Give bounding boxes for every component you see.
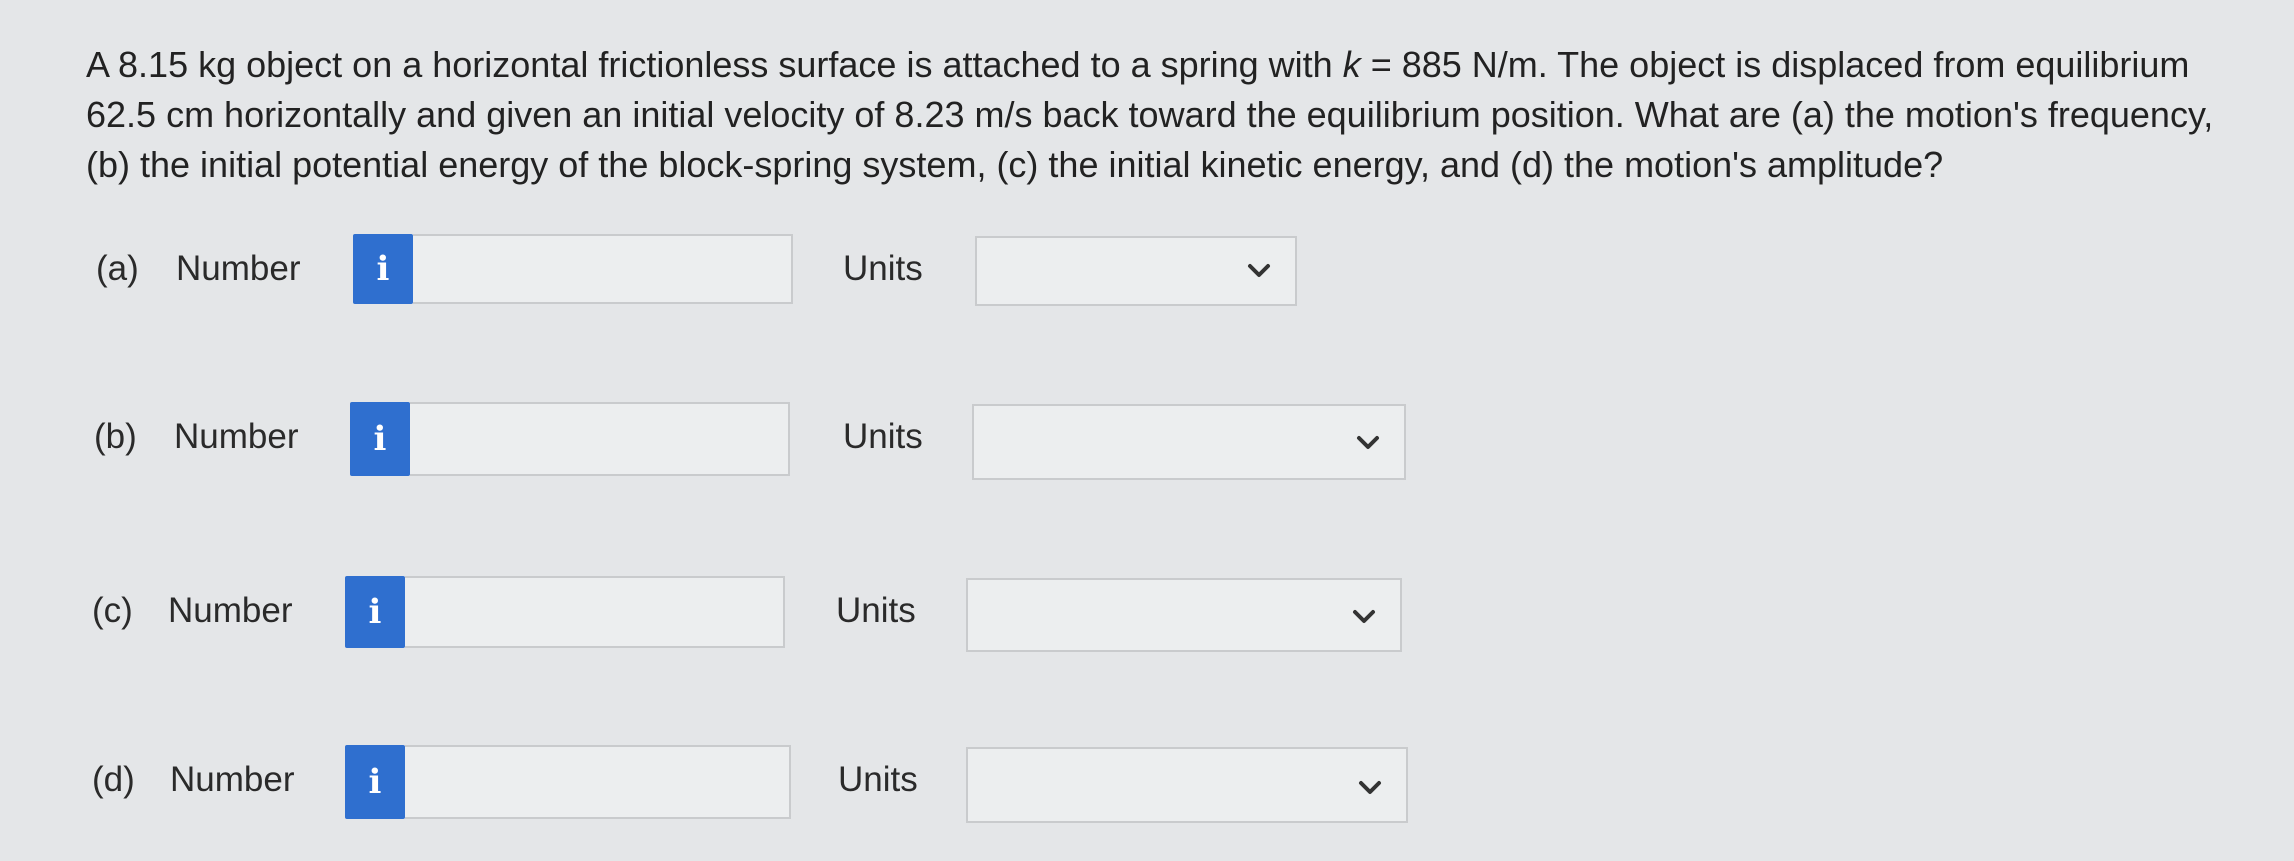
chevron-down-icon [1357, 436, 1379, 449]
chevron-down-icon [1353, 610, 1375, 623]
part-label-a: (a) [96, 249, 139, 288]
number-input-d[interactable] [405, 745, 791, 819]
part-label-b: (b) [94, 417, 137, 456]
info-button-b[interactable]: i [350, 402, 410, 476]
number-label-b: Number [174, 417, 299, 456]
info-button-c[interactable]: i [345, 576, 405, 648]
part-label-d: (d) [92, 760, 135, 799]
units-label-c: Units [836, 591, 916, 630]
units-dropdown-b[interactable] [972, 404, 1406, 480]
question-text-part1: A 8.15 kg object on a horizontal frictio… [86, 44, 1343, 85]
answer-row-b: (b) Number i Units [0, 402, 1420, 482]
number-input-c[interactable] [405, 576, 785, 648]
answer-row-d: (d) Number i Units [0, 745, 1420, 825]
spring-constant-symbol: k [1342, 44, 1361, 85]
answer-row-a: (a) Number i Units [0, 234, 1400, 314]
chevron-down-icon [1359, 781, 1381, 794]
units-dropdown-c[interactable] [966, 578, 1402, 652]
question-text: A 8.15 kg object on a horizontal frictio… [86, 40, 2226, 190]
number-input-b[interactable] [410, 402, 790, 476]
units-label-a: Units [843, 249, 923, 288]
chevron-down-icon [1248, 264, 1270, 277]
units-dropdown-a[interactable] [975, 236, 1297, 306]
units-label-b: Units [843, 417, 923, 456]
units-dropdown-d[interactable] [966, 747, 1408, 823]
part-label-c: (c) [92, 591, 133, 630]
units-label-d: Units [838, 760, 918, 799]
info-button-a[interactable]: i [353, 234, 413, 304]
number-label-c: Number [168, 591, 293, 630]
number-label-d: Number [170, 760, 295, 799]
number-label-a: Number [176, 249, 301, 288]
info-button-d[interactable]: i [345, 745, 405, 819]
answer-row-c: (c) Number i Units [0, 576, 1420, 656]
number-input-a[interactable] [413, 234, 793, 304]
